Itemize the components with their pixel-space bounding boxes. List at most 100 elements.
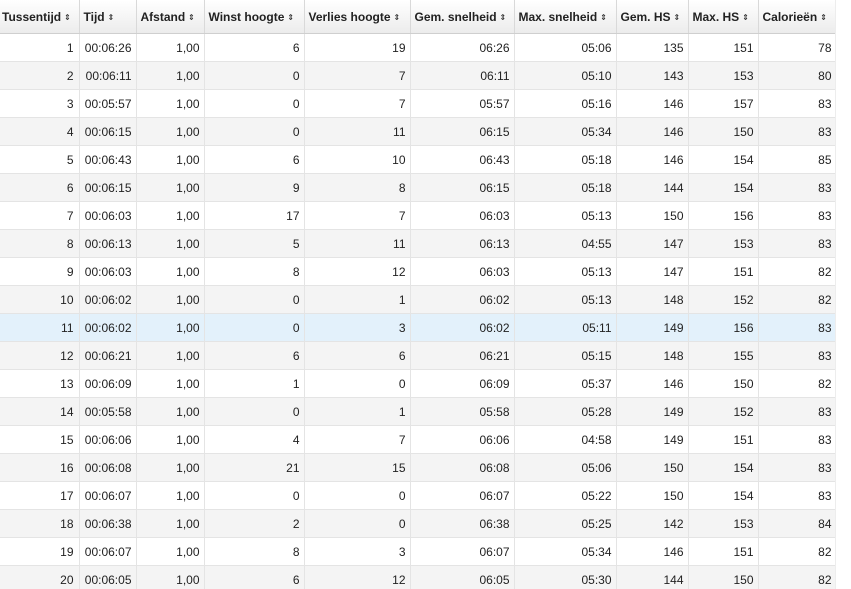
cell-gem-snelheid: 05:58	[410, 397, 515, 426]
cell-max-snelheid: 05:22	[514, 481, 617, 510]
cell-tussentijd: 6	[0, 173, 80, 202]
column-header-max-hs[interactable]: Max. HS ⇕	[688, 0, 759, 34]
table-row[interactable]: 13 00:06:09 1,00 1 0 06:09 05:37 146 150 82	[0, 369, 837, 398]
table-row[interactable]: 5 00:06:43 1,00 6 10 06:43 05:18 146 154 85	[0, 145, 837, 174]
cell-gem-snelheid: 06:13	[410, 229, 515, 258]
table-row[interactable]: 9 00:06:03 1,00 8 12 06:03 05:13 147 151 82	[0, 257, 837, 286]
cell-tijd: 00:06:21	[79, 341, 137, 370]
cell-gem-hs: 149	[616, 397, 689, 426]
table-row[interactable]: 7 00:06:03 1,00 17 7 06:03 05:13 150 156 83	[0, 201, 837, 230]
cell-max-snelheid: 05:06	[514, 33, 617, 62]
cell-gem-hs: 149	[616, 425, 689, 454]
cell-tijd: 00:06:26	[79, 33, 137, 62]
table-row[interactable]: 8 00:06:13 1,00 5 11 06:13 04:55 147 153 83	[0, 229, 837, 258]
cell-max-snelheid: 05:30	[514, 565, 617, 589]
table-row[interactable]: 14 00:05:58 1,00 0 1 05:58 05:28 149 152 83	[0, 397, 837, 426]
cell-max-snelheid: 05:34	[514, 117, 617, 146]
cell-max-snelheid: 05:25	[514, 509, 617, 538]
column-header-tijd[interactable]: Tijd ⇕	[79, 0, 137, 34]
column-header-winst-hoogte[interactable]: Winst hoogte ⇕	[204, 0, 305, 34]
cell-calorieen: 83	[758, 229, 837, 258]
column-header-gem-snelheid[interactable]: Gem. snelheid ⇕	[410, 0, 515, 34]
cell-max-snelheid: 05:13	[514, 257, 617, 286]
cell-afstand: 1,00	[136, 117, 205, 146]
table-row[interactable]: 15 00:06:06 1,00 4 7 06:06 04:58 149 151 83	[0, 425, 837, 454]
table-row[interactable]: 12 00:06:21 1,00 6 6 06:21 05:15 148 155 83	[0, 341, 837, 370]
table-row[interactable]: 4 00:06:15 1,00 0 11 06:15 05:34 146 150 83	[0, 117, 837, 146]
column-header-label: Max. snelheid	[518, 9, 598, 24]
cell-verlies-hoogte: 11	[304, 229, 411, 258]
cell-calorieen: 83	[758, 453, 837, 482]
cell-gem-hs: 146	[616, 145, 689, 174]
cell-tijd: 00:06:05	[79, 565, 137, 589]
cell-max-snelheid: 04:55	[514, 229, 617, 258]
cell-afstand: 1,00	[136, 425, 205, 454]
cell-gem-snelheid: 06:03	[410, 201, 515, 230]
column-header-tussentijd[interactable]: Tussentijd ⇕	[0, 0, 80, 34]
cell-gem-hs: 150	[616, 453, 689, 482]
column-header-gem-hs[interactable]: Gem. HS ⇕	[616, 0, 689, 34]
table-row[interactable]: 20 00:06:05 1,00 6 12 06:05 05:30 144 150 82	[0, 565, 837, 589]
table-row[interactable]: 1 00:06:26 1,00 6 19 06:26 05:06 135 151 78	[0, 33, 837, 62]
column-header-label: Winst hoogte	[208, 9, 285, 24]
cell-gem-snelheid: 06:11	[410, 61, 515, 90]
table-row[interactable]: 18 00:06:38 1,00 2 0 06:38 05:25 142 153 84	[0, 509, 837, 538]
cell-winst-hoogte: 0	[204, 61, 305, 90]
cell-winst-hoogte: 0	[204, 397, 305, 426]
cell-gem-hs: 146	[616, 117, 689, 146]
cell-verlies-hoogte: 7	[304, 425, 411, 454]
table-row[interactable]: 2 00:06:11 1,00 0 7 06:11 05:10 143 153 80	[0, 61, 837, 90]
cell-tussentijd: 8	[0, 229, 80, 258]
table-row[interactable]: 17 00:06:07 1,00 0 0 06:07 05:22 150 154 83	[0, 481, 837, 510]
cell-calorieen: 83	[758, 201, 837, 230]
cell-calorieen: 83	[758, 89, 837, 118]
cell-gem-hs: 150	[616, 201, 689, 230]
cell-tussentijd: 3	[0, 89, 80, 118]
cell-winst-hoogte: 4	[204, 425, 305, 454]
table-row[interactable]: 16 00:06:08 1,00 21 15 06:08 05:06 150 154 83	[0, 453, 837, 482]
cell-tijd: 00:06:15	[79, 173, 137, 202]
table-row[interactable]: 10 00:06:02 1,00 0 1 06:02 05:13 148 152 82	[0, 285, 837, 314]
cell-verlies-hoogte: 0	[304, 481, 411, 510]
cell-max-hs: 154	[688, 145, 759, 174]
column-header-calorieen[interactable]: Calorieën ⇕	[758, 0, 837, 34]
cell-winst-hoogte: 6	[204, 33, 305, 62]
cell-max-hs: 155	[688, 341, 759, 370]
table-row[interactable]: 19 00:06:07 1,00 8 3 06:07 05:34 146 151 82	[0, 537, 837, 566]
cell-max-hs: 150	[688, 117, 759, 146]
table-row[interactable]: 6 00:06:15 1,00 9 8 06:15 05:18 144 154 83	[0, 173, 837, 202]
cell-max-hs: 156	[688, 313, 759, 342]
vertical-scrollbar[interactable]	[835, 0, 851, 589]
cell-gem-hs: 142	[616, 509, 689, 538]
cell-tussentijd: 19	[0, 537, 80, 566]
column-header-max-snelheid[interactable]: Max. snelheid ⇕	[514, 0, 617, 34]
cell-tijd: 00:06:15	[79, 117, 137, 146]
column-header-verlies-hoogte[interactable]: Verlies hoogte ⇕	[304, 0, 411, 34]
cell-calorieen: 83	[758, 313, 837, 342]
cell-winst-hoogte: 0	[204, 89, 305, 118]
table-row[interactable]: 11 00:06:02 1,00 0 3 06:02 05:11 149 156 83	[0, 313, 837, 342]
cell-gem-snelheid: 06:26	[410, 33, 515, 62]
table-row[interactable]: 3 00:05:57 1,00 0 7 05:57 05:16 146 157 83	[0, 89, 837, 118]
cell-tijd: 00:06:07	[79, 537, 137, 566]
column-header-label: Gem. snelheid	[414, 9, 497, 24]
cell-calorieen: 84	[758, 509, 837, 538]
cell-afstand: 1,00	[136, 229, 205, 258]
cell-tussentijd: 18	[0, 509, 80, 538]
cell-tijd: 00:06:13	[79, 229, 137, 258]
cell-max-hs: 152	[688, 397, 759, 426]
cell-winst-hoogte: 9	[204, 173, 305, 202]
cell-tussentijd: 10	[0, 285, 80, 314]
cell-max-hs: 153	[688, 229, 759, 258]
cell-max-hs: 154	[688, 481, 759, 510]
cell-gem-hs: 146	[616, 537, 689, 566]
cell-verlies-hoogte: 0	[304, 369, 411, 398]
cell-tussentijd: 11	[0, 313, 80, 342]
cell-winst-hoogte: 0	[204, 117, 305, 146]
sort-icon: ⇕	[820, 12, 827, 22]
cell-max-snelheid: 05:37	[514, 369, 617, 398]
cell-gem-snelheid: 06:07	[410, 481, 515, 510]
cell-calorieen: 83	[758, 173, 837, 202]
column-header-afstand[interactable]: Afstand ⇕	[136, 0, 205, 34]
cell-max-hs: 151	[688, 33, 759, 62]
